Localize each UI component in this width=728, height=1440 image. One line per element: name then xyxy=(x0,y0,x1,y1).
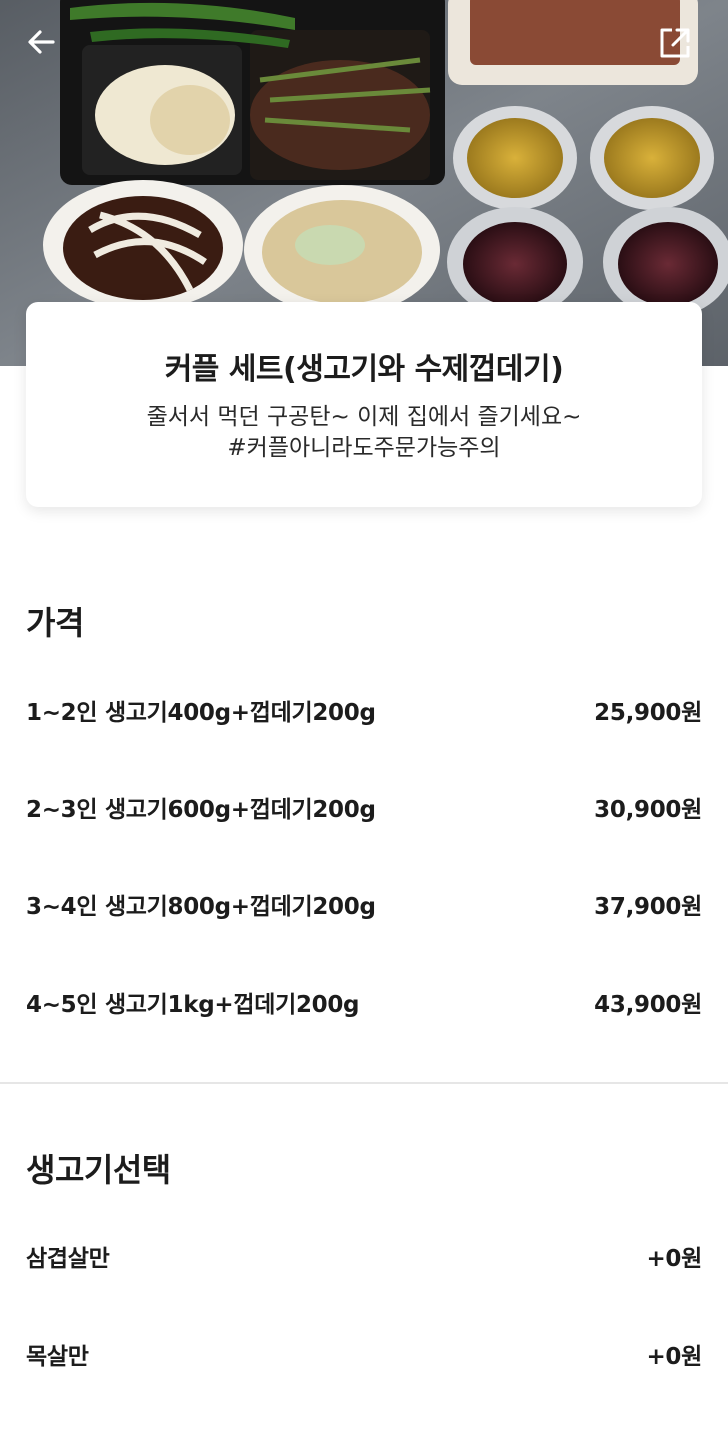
meat-option-row[interactable]: 목살만 +0원 xyxy=(26,1324,702,1384)
price-option-label: 4~5인 생고기1kg+껍데기200g xyxy=(26,992,360,1018)
price-option-label: 3~4인 생고기800g+껍데기200g xyxy=(26,894,376,920)
product-title: 커플 세트(생고기와 수제껍데기) xyxy=(164,352,564,387)
external-link-icon xyxy=(660,28,690,58)
price-option-price: 30,900원 xyxy=(594,797,702,823)
meat-section-title: 생고기선택 xyxy=(26,1151,171,1189)
price-option-row[interactable]: 1~2인 생고기400g+껍데기200g 25,900원 xyxy=(26,680,702,740)
price-option-price: 25,900원 xyxy=(594,700,702,726)
meat-option-price: +0원 xyxy=(646,1344,702,1370)
price-option-row[interactable]: 4~5인 생고기1kg+껍데기200g 43,900원 xyxy=(26,972,702,1032)
price-option-price: 37,900원 xyxy=(594,894,702,920)
description-line-2: #커플아니라도주문가능주의 xyxy=(227,435,501,461)
price-option-label: 1~2인 생고기400g+껍데기200g xyxy=(26,700,376,726)
price-option-label: 2~3인 생고기600g+껍데기200g xyxy=(26,797,376,823)
product-info-card: 커플 세트(생고기와 수제껍데기) 줄서서 먹던 구공탄~ 이제 집에서 즐기세… xyxy=(26,302,702,507)
share-button[interactable] xyxy=(658,26,702,70)
meat-option-row[interactable]: 삼겹살만 +0원 xyxy=(26,1226,702,1286)
product-description: 줄서서 먹던 구공탄~ 이제 집에서 즐기세요~ #커플아니라도주문가능주의 xyxy=(26,402,702,464)
description-line-1: 줄서서 먹던 구공탄~ 이제 집에서 즐기세요~ xyxy=(146,404,582,430)
meat-option-label: 목살만 xyxy=(26,1344,89,1370)
section-divider xyxy=(0,1082,728,1084)
price-section-title: 가격 xyxy=(26,604,84,642)
price-option-row[interactable]: 3~4인 생고기800g+껍데기200g 37,900원 xyxy=(26,874,702,934)
price-option-price: 43,900원 xyxy=(594,992,702,1018)
meat-option-price: +0원 xyxy=(646,1246,702,1272)
back-button[interactable] xyxy=(25,26,69,70)
meat-option-label: 삼겹살만 xyxy=(26,1246,110,1272)
price-option-row[interactable]: 2~3인 생고기600g+껍데기200g 30,900원 xyxy=(26,777,702,837)
arrow-left-icon xyxy=(28,30,55,54)
